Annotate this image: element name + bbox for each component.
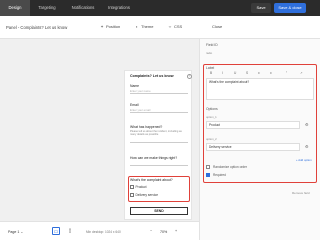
tab-integrations[interactable]: Integrations	[102, 0, 136, 16]
label-editor[interactable]: What's the complaint about?	[206, 78, 314, 100]
desktop-icon[interactable]: ▭	[52, 227, 60, 235]
position-button[interactable]: ✦ Position	[100, 24, 120, 29]
email-input[interactable]: Enter your email	[130, 107, 188, 113]
required-checkbox[interactable]	[206, 173, 210, 177]
zoom-in-icon[interactable]: +	[175, 229, 177, 233]
close-button[interactable]: Close	[212, 24, 222, 29]
gear-icon[interactable]: ⚙	[305, 122, 309, 127]
editor-toolbar: Panel - Complaints? Let us know ✦ Positio…	[0, 16, 320, 39]
remove-field-button[interactable]: Remove field	[292, 191, 310, 195]
top-navigation-bar: Design Targeting Notifications Integrati…	[0, 0, 320, 16]
position-label: Position	[106, 24, 121, 29]
theme-icon: ◐	[135, 24, 139, 29]
css-icon: ‹›	[168, 24, 172, 29]
tab-targeting[interactable]: Targeting	[30, 0, 64, 16]
what-happened-help: Please tell us about the incident, inclu…	[130, 130, 182, 137]
checkbox-icon	[130, 193, 134, 197]
send-button[interactable]: SEND	[130, 207, 188, 215]
panel-title: Panel - Complaints? Let us know	[6, 25, 68, 30]
save-and-close-button[interactable]: Save & close	[274, 3, 306, 13]
label-title: Label	[206, 66, 215, 70]
add-option-button[interactable]: + Add option	[296, 158, 312, 162]
link-button[interactable]: ↗	[300, 71, 303, 75]
position-icon: ✦	[100, 24, 104, 29]
what-happened-label: What has happened?	[130, 125, 163, 129]
option-2-input[interactable]: Delivery service	[206, 143, 300, 151]
option-2-key: option_2	[206, 137, 217, 141]
option-1-key: option_1	[206, 115, 217, 119]
options-title: Options	[206, 107, 218, 111]
theme-label: Theme	[141, 24, 154, 29]
field-id-label: Field ID	[206, 43, 218, 47]
survey-panel-preview: Complaints? Let us know ? Name Enter you…	[124, 70, 192, 220]
italic-button[interactable]: I	[222, 71, 223, 75]
bottom-bar: Page 1 ⌄ ▭ ▯ Min desktop: 1024 x 640 − 7…	[0, 221, 199, 240]
what-happened-input[interactable]	[130, 137, 188, 143]
zoom-level: 70%	[160, 230, 168, 234]
option-product-label: Product	[135, 185, 147, 189]
page-label: Page 1	[8, 230, 20, 234]
underline-button[interactable]: U	[234, 71, 236, 75]
css-button[interactable]: ‹› CSS	[168, 24, 183, 29]
option-product[interactable]: Product	[130, 185, 147, 189]
randomize-checkbox[interactable]	[206, 165, 210, 169]
list-button[interactable]: ≡	[258, 71, 260, 75]
strikethrough-button[interactable]: S	[246, 71, 248, 75]
form-title: Complaints? Let us know	[130, 74, 174, 78]
gear-icon[interactable]: ⚙	[305, 144, 309, 149]
field-id-value: radio	[206, 51, 213, 55]
randomize-label: Randomize option order	[213, 165, 248, 169]
page-select[interactable]: Page 1 ⌄	[8, 230, 23, 234]
save-button[interactable]: Save	[251, 3, 271, 13]
option-delivery-label: Delivery service	[135, 193, 159, 197]
complaint-question-label: What's the complaint about?	[130, 178, 173, 182]
option-delivery-service[interactable]: Delivery service	[130, 193, 158, 197]
tab-design[interactable]: Design	[0, 0, 30, 16]
quote-button[interactable]: ”	[286, 71, 287, 75]
css-label: CSS	[174, 24, 183, 29]
name-input[interactable]: Enter your name	[130, 88, 188, 94]
chevron-down-icon: ⌄	[20, 230, 24, 234]
help-icon[interactable]: ?	[187, 74, 192, 79]
bold-button[interactable]: B	[210, 71, 212, 75]
resolution-label: Min desktop: 1024 x 640	[86, 230, 121, 234]
zoom-out-icon[interactable]: −	[150, 229, 152, 233]
mobile-icon[interactable]: ▯	[66, 227, 74, 235]
theme-button[interactable]: ◐ Theme	[135, 24, 154, 29]
how-input[interactable]	[130, 160, 188, 166]
tab-notifications[interactable]: Notifications	[64, 0, 102, 16]
checkbox-icon	[130, 185, 134, 189]
required-label: Required	[213, 173, 226, 177]
option-1-input[interactable]: Product	[206, 121, 300, 129]
ordered-list-button[interactable]: ≡	[270, 71, 272, 75]
